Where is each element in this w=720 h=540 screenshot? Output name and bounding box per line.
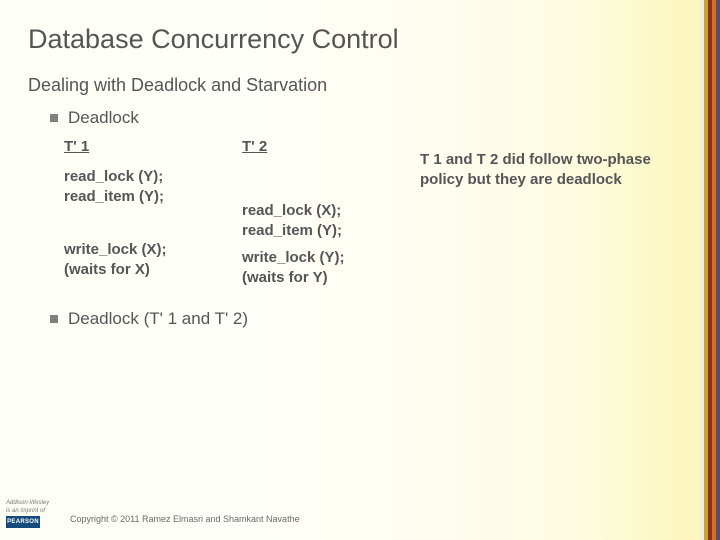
pearson-logo: PEARSON xyxy=(6,516,40,528)
column-t1: T' 1 read_lock (Y); read_item (Y); write… xyxy=(64,138,242,287)
t1-block2: write_lock (X); (waits for X) xyxy=(64,240,242,279)
t1-header: T' 1 xyxy=(64,138,242,155)
transaction-columns: T' 1 read_lock (Y); read_item (Y); write… xyxy=(64,138,692,287)
edge-stripe xyxy=(716,0,720,540)
publisher-logo: Addison-Wesley is an imprint of PEARSON xyxy=(6,500,49,528)
square-bullet-icon xyxy=(50,114,58,122)
bullet-deadlock-pair: Deadlock (T' 1 and T' 2) xyxy=(50,309,692,329)
aw-label: Addison-Wesley xyxy=(6,500,49,506)
column-t2: T' 2 read_lock (X); read_item (Y); write… xyxy=(242,138,420,287)
side-comment: T 1 and T 2 did follow two-phase policy … xyxy=(420,138,680,287)
imprint-label: is an imprint of xyxy=(6,508,49,514)
t2-block1: read_lock (X); read_item (Y); xyxy=(242,201,420,240)
square-bullet-icon xyxy=(50,315,58,323)
slide-subtitle: Dealing with Deadlock and Starvation xyxy=(28,75,692,96)
t2-header: T' 2 xyxy=(242,138,420,155)
bullet-deadlock: Deadlock xyxy=(50,108,692,128)
slide-title: Database Concurrency Control xyxy=(28,24,692,55)
slide-content: Database Concurrency Control Dealing wit… xyxy=(0,0,720,329)
t1-block1: read_lock (Y); read_item (Y); xyxy=(64,167,242,206)
copyright-text: Copyright © 2011 Ramez Elmasri and Shamk… xyxy=(70,514,300,524)
t2-block2: write_lock (Y); (waits for Y) xyxy=(242,248,420,287)
bullet-text: Deadlock (T' 1 and T' 2) xyxy=(68,309,248,329)
bullet-text: Deadlock xyxy=(68,108,139,128)
